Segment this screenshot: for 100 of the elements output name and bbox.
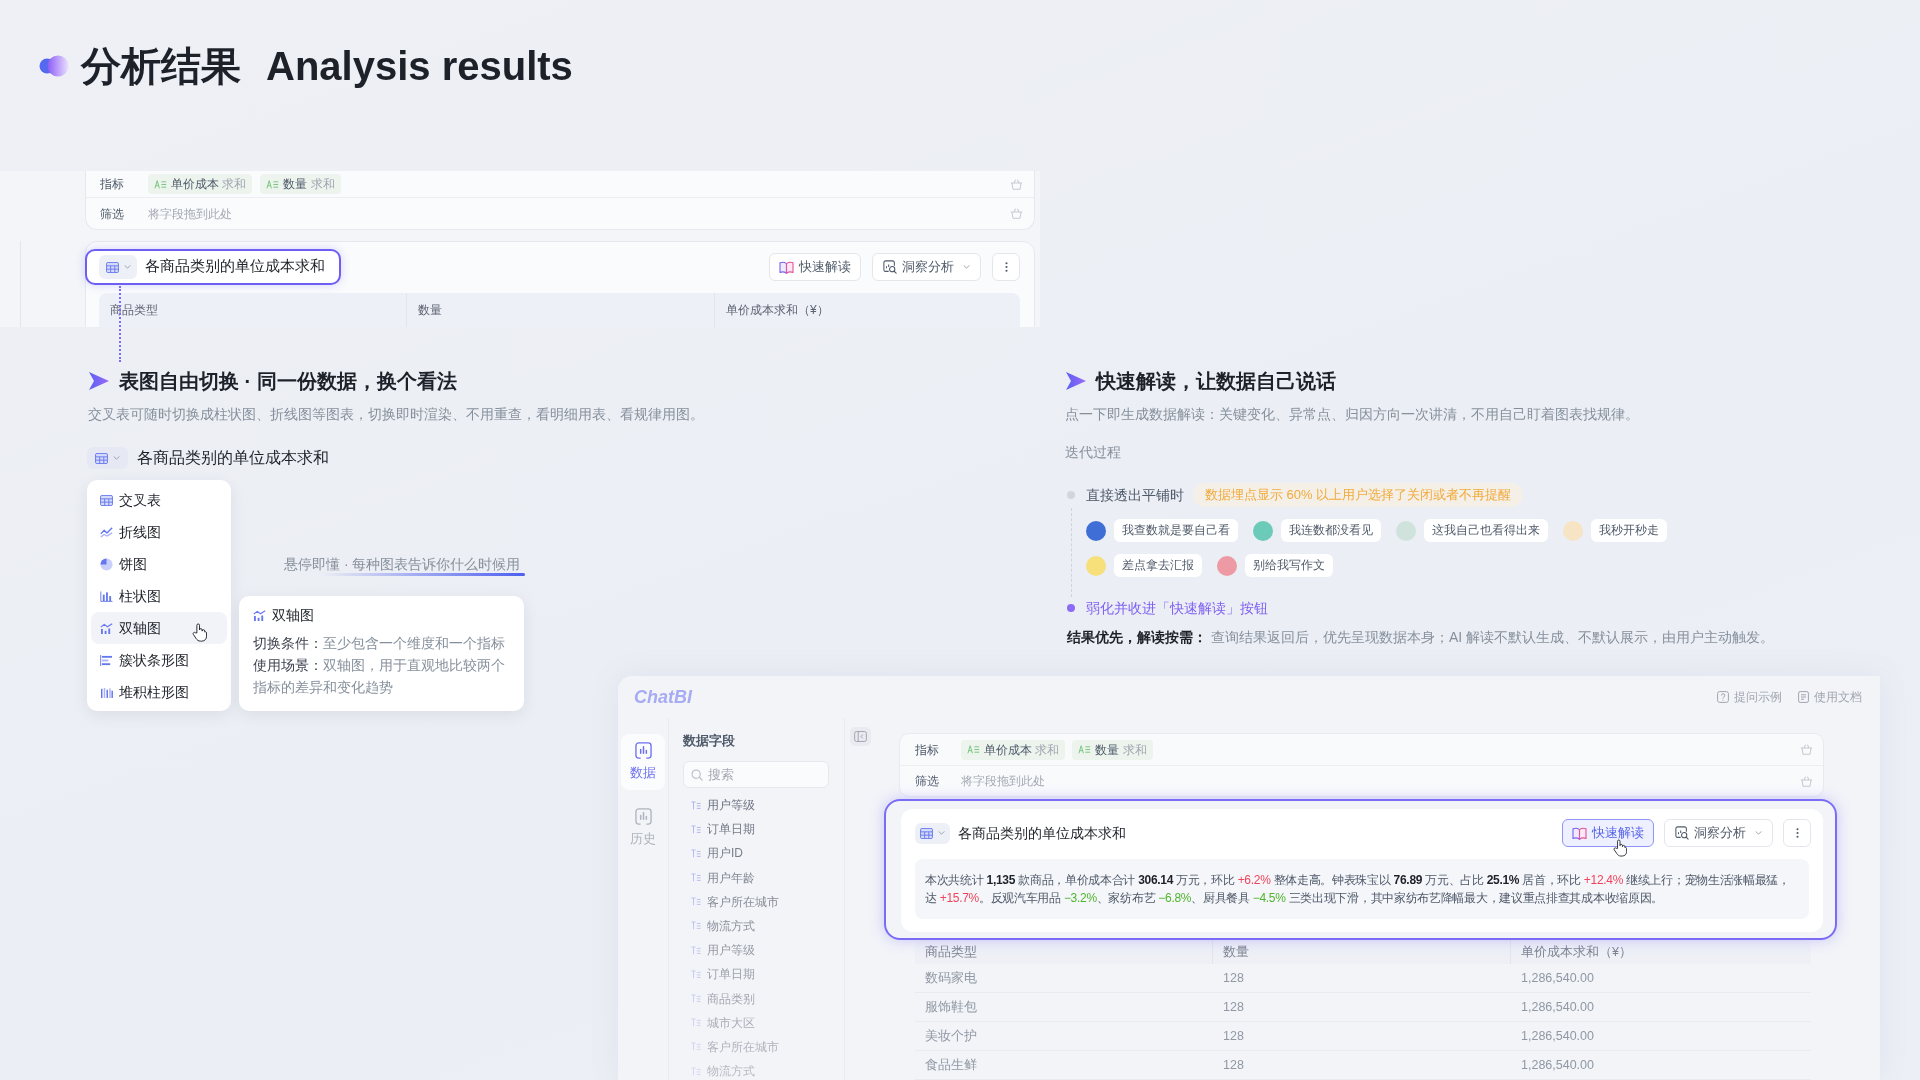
process-label: 迭代过程 (1065, 443, 1122, 462)
insight-summary: 本次共统计 1,135 款商品，单价成本合计 306.14 万元，环比 +6.2% 整体走高。钟表珠宝以 76.89 万元、占比 25.1% 居首，环比 +12.4% 继续上行；宠物生活涨幅最猛，达 +15.7%。反观汽车用品 −3.2%、家纺布艺 −6.8%、厨具餐具 −4.5% 三类出现下滑，其中家纺布艺降幅最大，建议重点排查其成本收缩原因。 (915, 859, 1809, 919)
field-item[interactable]: 物流方式 (683, 917, 830, 934)
comment-bubble: 我查数就是要自己看 (1114, 519, 1238, 542)
chart-type-selector[interactable] (99, 255, 137, 279)
column-header: 商品类型 (99, 293, 407, 327)
chevron-down-icon (963, 265, 970, 269)
question-icon (1717, 691, 1729, 703)
row-label: 筛选 (914, 773, 940, 790)
table-cell-text: 1,286,540.00 (1520, 1056, 1595, 1074)
filter-drop-field[interactable]: 将字段拖到此处 (961, 772, 1800, 790)
table-icon (105, 261, 119, 273)
collapse-button[interactable] (850, 727, 871, 746)
step-title: 直接透出平铺时 (1086, 486, 1184, 505)
table-cell-text: 128 (1222, 998, 1245, 1016)
field-item[interactable]: 用户年龄 (683, 869, 830, 886)
chevron-down-icon (123, 265, 131, 269)
chart-search-icon (883, 260, 897, 274)
column-header: 商品类型 (915, 940, 1213, 964)
docs-link[interactable]: 使用文档 (1798, 688, 1862, 706)
metric-chip[interactable]: 单价成本 求和 (961, 739, 1066, 760)
dimension-icon (691, 873, 701, 883)
bar-chart-icon (100, 590, 113, 602)
chart-icon (634, 742, 652, 759)
overlapping-circles-icon (39, 55, 69, 77)
chart-type-selector[interactable] (915, 822, 950, 844)
dimension-icon (691, 921, 701, 931)
search-field[interactable]: 搜索 (683, 761, 829, 788)
hand-cursor-icon (1613, 839, 1627, 857)
section-heading: 表图自由切换 · 同一份数据，换个看法 (119, 369, 457, 394)
measure-icon (154, 179, 167, 189)
table-cell-text: 美妆个护 (924, 1027, 978, 1045)
dimension-icon (691, 994, 701, 1003)
data-note-badge: 数据埋点显示 60% 以上用户选择了关闭或者不再提醒 (1193, 483, 1524, 507)
dimension-icon (691, 945, 701, 955)
document-icon (1798, 691, 1809, 703)
comment-bubble: 别给我写作文 (1245, 554, 1333, 577)
quick-read-button[interactable]: 快速解读 (769, 253, 861, 281)
pie-chart-icon (100, 557, 113, 571)
basket-icon (1800, 775, 1813, 787)
table-icon (95, 452, 108, 464)
chart-type-selector[interactable] (87, 447, 128, 469)
row-label: 筛选 (99, 205, 125, 223)
more-icon (1795, 827, 1799, 839)
arrowhead-icon (1065, 371, 1087, 391)
chart-icon (634, 808, 652, 825)
column-header: 数量 (1213, 940, 1511, 964)
table-cell-text: 128 (1222, 1056, 1245, 1074)
measure-icon (266, 179, 280, 189)
metric-chip[interactable]: 单价成本 求和 (148, 174, 253, 194)
column-header: 单价成本求和（¥） (1520, 943, 1633, 961)
dual-axis-chart-icon (100, 622, 113, 634)
card-title: 各商品类别的单位成本求和 (145, 257, 325, 277)
metric-chip[interactable]: 数量 求和 (260, 174, 341, 194)
horizontal-bar-chart-icon (100, 654, 113, 666)
field-item[interactable]: 商品类别 (683, 990, 830, 1007)
dimension-icon (691, 969, 701, 979)
dual-axis-chart-icon (253, 609, 266, 621)
basket-icon (1010, 208, 1023, 219)
more-icon (1004, 261, 1008, 273)
comment-bubble: 我秒开秒走 (1591, 519, 1667, 542)
step-title: 弱化并收进「快速解读」按钮 (1086, 599, 1268, 618)
filter-drop-field[interactable]: 将字段拖到此处 (148, 204, 1010, 223)
comment-bubble: 差点拿去汇报 (1114, 554, 1202, 577)
field-item[interactable]: 客户所在城市 (683, 893, 830, 910)
table-cell-text: 食品生鲜 (924, 1056, 978, 1074)
insight-button[interactable]: 洞察分析 (1664, 819, 1773, 847)
book-icon (779, 260, 794, 274)
chevron-down-icon (938, 831, 945, 835)
nav-item[interactable]: 数据 (621, 734, 665, 790)
page-subtitle: Analysis results (266, 44, 573, 88)
comment-bubble: 我连数都没看见 (1281, 519, 1381, 542)
hover-caption: 悬停即懂 · 每种图表告诉你什么时候用 (284, 555, 521, 573)
app-logo: ChatBI (634, 685, 692, 709)
table-cell-text: 1,286,540.00 (1520, 969, 1595, 987)
section-heading: 快速解读，让数据自己说话 (1096, 369, 1336, 394)
menu-item[interactable]: 双轴图 (91, 612, 227, 644)
comment-bubble: 这我自己也看得出来 (1424, 519, 1548, 542)
column-header: 数量 (407, 293, 715, 327)
table-icon (920, 827, 933, 839)
column-header: 单价成本求和（¥） (725, 302, 830, 319)
field-item[interactable]: 订单日期 (683, 821, 830, 838)
metric-chip[interactable]: 数量 求和 (1072, 739, 1153, 760)
field-item[interactable]: 用户ID (683, 845, 830, 862)
basket-icon (1800, 744, 1813, 755)
quick-read-button[interactable]: 快速解读 (1562, 819, 1654, 847)
table-cell-text: 128 (1222, 969, 1245, 987)
insight-button[interactable]: 洞察分析 (872, 253, 981, 281)
field-item[interactable]: 用户等级 (683, 942, 830, 959)
panel-title: 数据字段 (683, 732, 736, 750)
dimension-icon (691, 824, 701, 834)
field-item[interactable]: 用户等级 (683, 797, 830, 813)
field-item[interactable]: 订单日期 (683, 966, 830, 983)
page-title: 分析结果 (81, 44, 241, 88)
stacked-column-chart-icon (100, 686, 113, 698)
help-link[interactable]: 提问示例 (1717, 688, 1782, 706)
measure-icon (967, 745, 980, 754)
card-title: 各商品类别的单位成本求和 (958, 823, 1126, 843)
table-icon (100, 494, 113, 506)
hand-cursor-icon (192, 623, 207, 642)
